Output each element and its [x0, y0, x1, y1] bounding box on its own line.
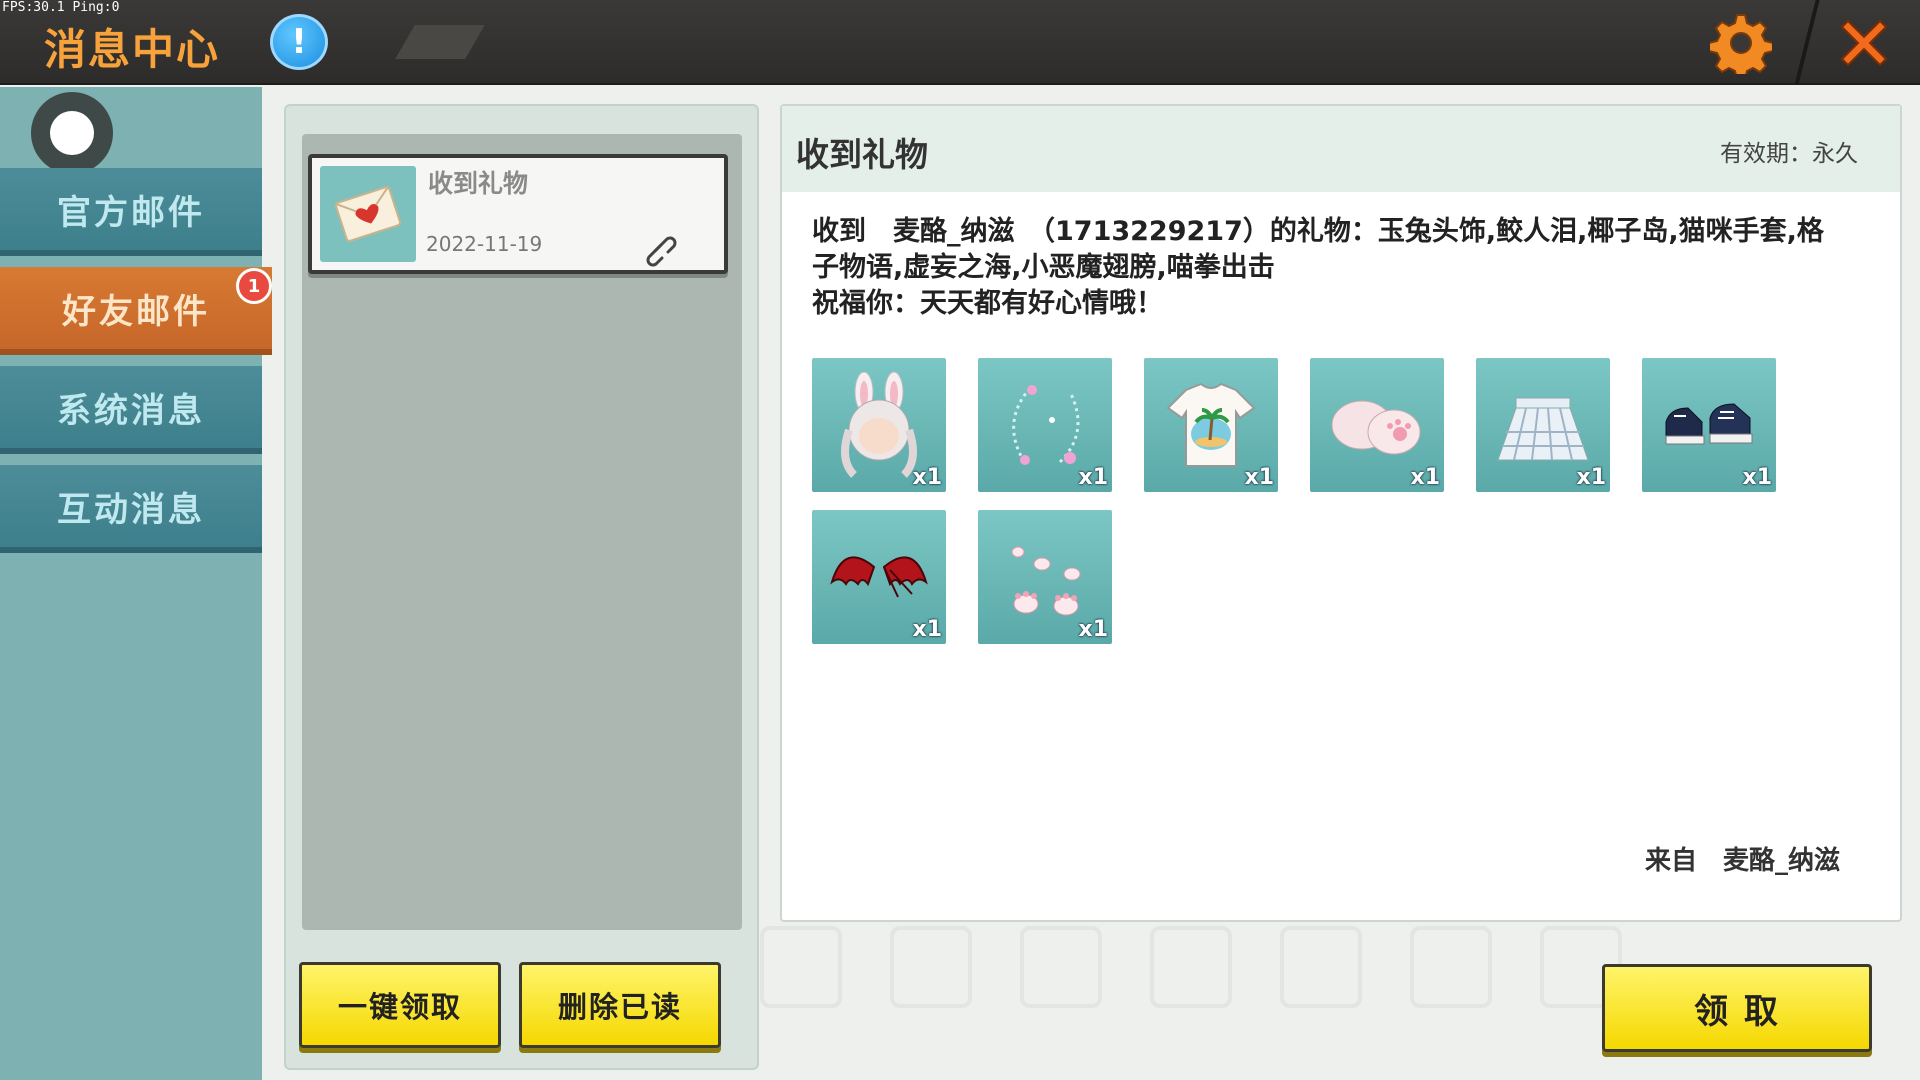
exclamation-icon: ! [291, 22, 307, 62]
envelope-icon [320, 166, 416, 262]
unread-badge: 1 [236, 268, 272, 304]
sidebar-item-label: 互动消息 [57, 489, 205, 530]
sidebar-item-label: 官方邮件 [57, 192, 205, 233]
background-pattern [1020, 926, 1102, 1008]
background-pattern [1150, 926, 1232, 1008]
gear-icon [1710, 14, 1772, 74]
sidebar-item-label: 好友邮件 [62, 291, 210, 332]
mail-message: 收到 麦酪_纳滋 （1713229217）的礼物：玉兔头饰,鲛人泪,椰子岛,猫咪… [812, 214, 1842, 322]
mail-title: 收到礼物 [428, 169, 529, 198]
header-divider [1794, 0, 1820, 85]
cat-paw-gloves-icon[interactable]: x1 [1310, 358, 1444, 492]
background-pattern [760, 926, 842, 1008]
bunny-hair-icon[interactable]: x1 [812, 358, 946, 492]
background-pattern [1410, 926, 1492, 1008]
sparkle-ring-icon[interactable]: x1 [978, 358, 1112, 492]
message-greeting: 祝福你：天天都有好心情哦！ [812, 288, 1163, 319]
sidebar-item-official-mail[interactable]: 官方邮件 [0, 168, 262, 256]
top-bar: FPS:30.1 Ping:0 消息中心 ! [0, 0, 1920, 85]
avatar[interactable] [31, 92, 113, 174]
plaid-skirt-icon[interactable]: x1 [1476, 358, 1610, 492]
mail-detail-panel: 收到礼物 有效期：永久 收到 麦酪_纳滋 （1713229217）的礼物：玉兔头… [780, 104, 1902, 922]
paw-prints-icon[interactable]: x1 [978, 510, 1112, 644]
delete-read-button[interactable]: 删除已读 [519, 962, 721, 1048]
page-title: 消息中心 [44, 25, 221, 74]
mail-date: 2022-11-19 [426, 232, 543, 256]
island-tshirt-icon[interactable]: x1 [1144, 358, 1278, 492]
sidebar-item-interaction-messages[interactable]: 互动消息 [0, 465, 262, 553]
detail-title: 收到礼物 [796, 135, 928, 174]
gift-count: x1 [1078, 465, 1109, 490]
background-pattern [1280, 926, 1362, 1008]
fps-readout: FPS:30.1 Ping:0 [2, 0, 120, 15]
validity-label: 有效期：永久 [1720, 141, 1858, 167]
decorative-stripe [395, 25, 485, 59]
gift-count: x1 [912, 617, 943, 642]
gift-count: x1 [1742, 465, 1773, 490]
mail-list-item[interactable]: 收到礼物 2022-11-19 [308, 154, 728, 274]
message-body: 收到 麦酪_纳滋 （1713229217）的礼物：玉兔头饰,鲛人泪,椰子岛,猫咪… [812, 216, 1824, 283]
claim-button[interactable]: 领 取 [1602, 964, 1872, 1052]
background-pattern [890, 926, 972, 1008]
gift-count: x1 [1576, 465, 1607, 490]
gift-grid: x1 x1 x1 x1 x1 x1 x1 x1 [812, 358, 1812, 644]
gift-count: x1 [1078, 617, 1109, 642]
sidebar-item-label: 系统消息 [57, 390, 205, 431]
sidebar-item-system-messages[interactable]: 系统消息 [0, 366, 262, 454]
claim-all-button[interactable]: 一键领取 [299, 962, 501, 1048]
link-icon [646, 236, 677, 267]
info-button[interactable]: ! [270, 14, 328, 70]
devil-wings-icon[interactable]: x1 [812, 510, 946, 644]
gift-count: x1 [1410, 465, 1441, 490]
settings-button[interactable] [1710, 12, 1772, 74]
sneakers-icon[interactable]: x1 [1642, 358, 1776, 492]
sender-label: 来自 麦酪_纳滋 [1644, 846, 1840, 876]
detail-header: 收到礼物 有效期：永久 [782, 106, 1900, 192]
close-button[interactable] [1835, 14, 1893, 72]
close-icon [1840, 19, 1888, 67]
gift-count: x1 [1244, 465, 1275, 490]
gift-count: x1 [912, 465, 943, 490]
sidebar-item-friend-mail[interactable]: 好友邮件 [0, 267, 272, 355]
